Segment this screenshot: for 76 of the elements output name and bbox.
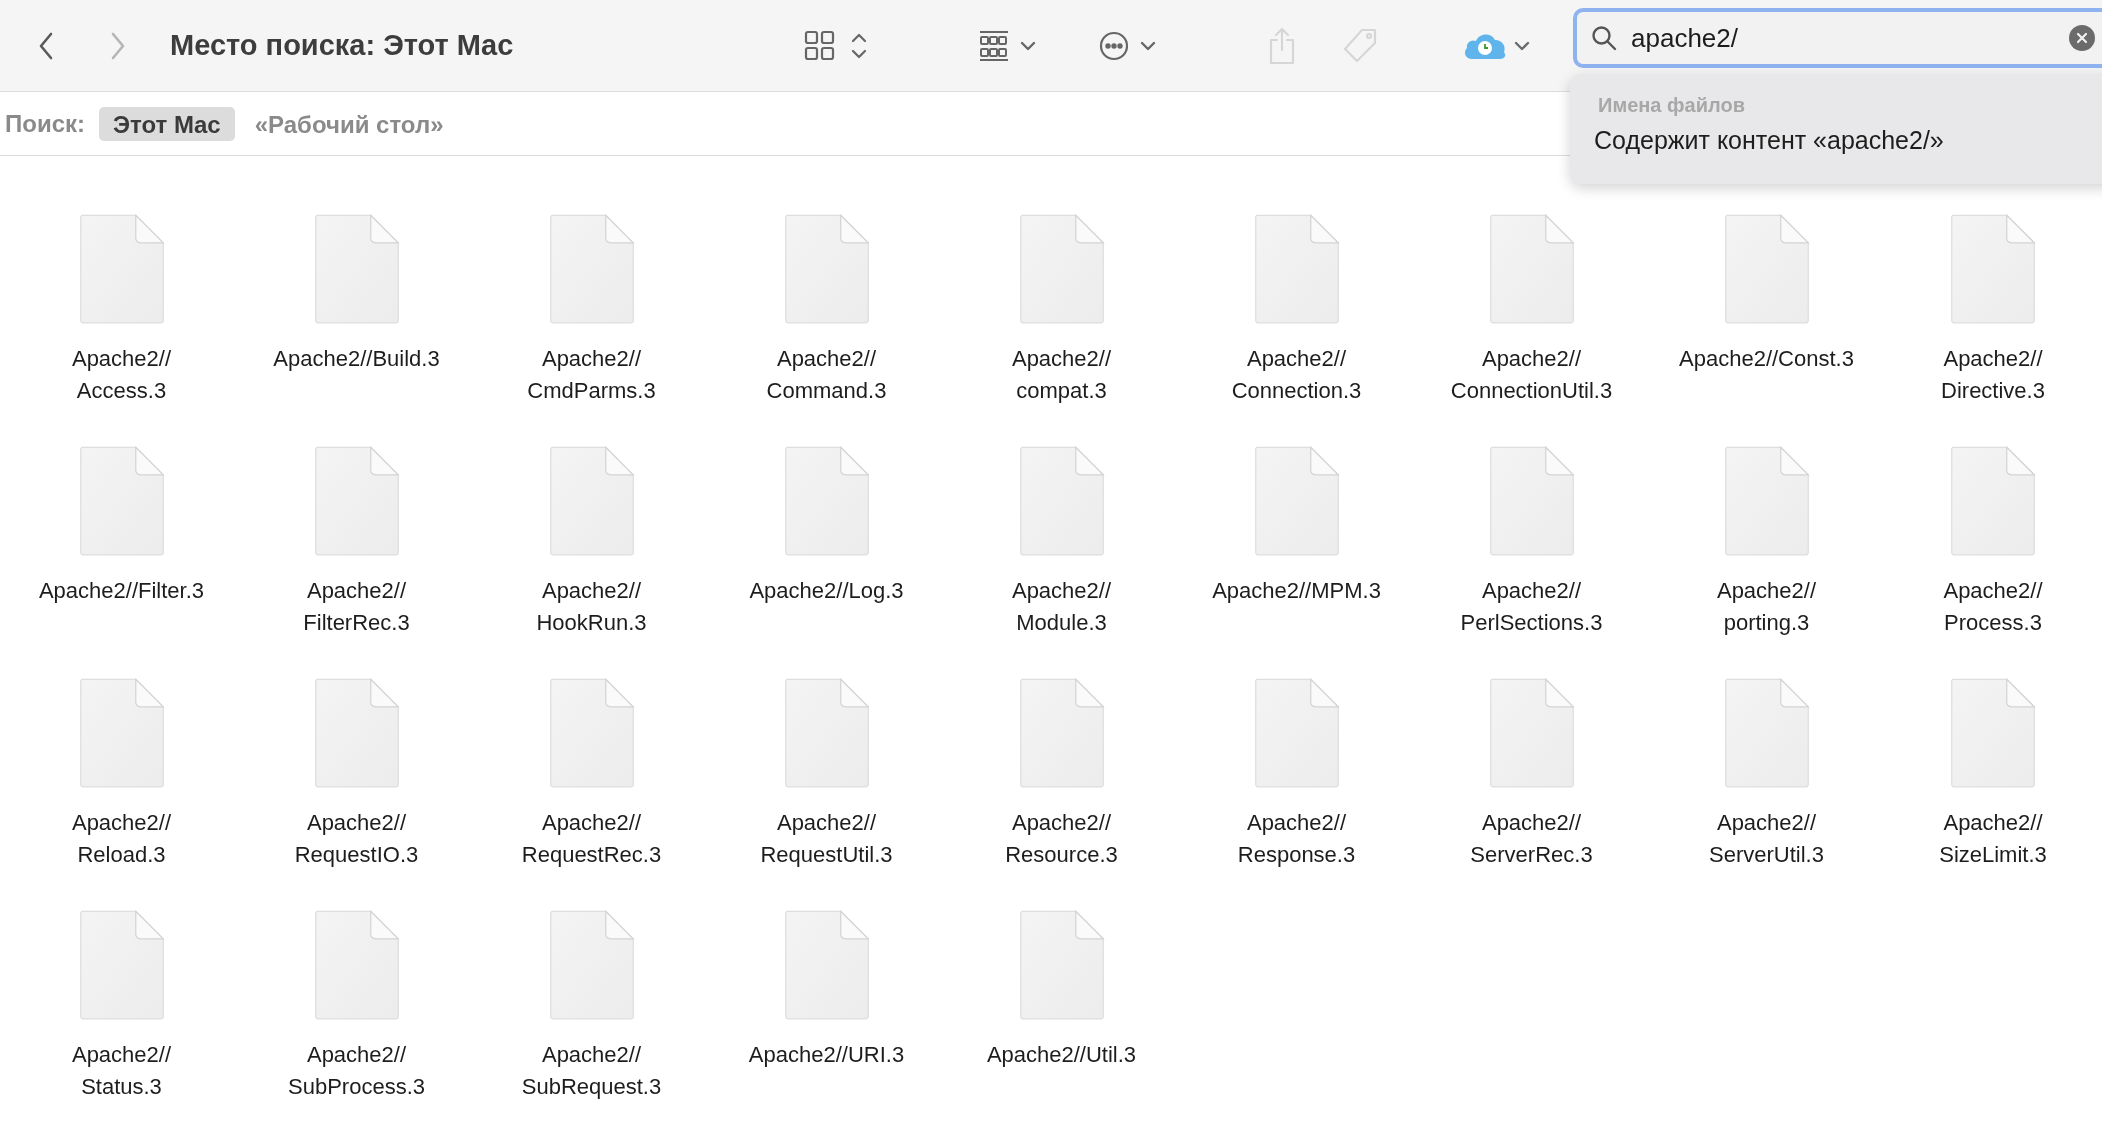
menu-section-header: Имена файлов — [1598, 93, 1746, 118]
file-name[interactable]: Apache2//Const.3 — [1679, 343, 1854, 375]
document-icon — [547, 676, 636, 790]
document-icon — [77, 676, 166, 790]
document-icon — [1722, 444, 1811, 558]
file-name[interactable]: Apache2// Module.3 — [1011, 575, 1112, 639]
file-name[interactable]: Apache2// SizeLimit.3 — [1939, 807, 2047, 871]
file-name[interactable]: Apache2// Connection.3 — [1231, 343, 1362, 407]
file-name[interactable]: Apache2// HookRun.3 — [536, 575, 647, 639]
file-name[interactable]: Apache2// ServerRec.3 — [1470, 807, 1593, 871]
file-name[interactable]: Apache2// Resource.3 — [1005, 807, 1118, 871]
document-icon — [782, 908, 871, 1022]
document-icon — [1949, 444, 2037, 558]
chevron-right-icon — [110, 31, 126, 60]
scope-label: Поиск: — [5, 108, 85, 139]
document-icon — [312, 908, 401, 1022]
file-name[interactable]: Apache2// Response.3 — [1237, 807, 1356, 871]
document-icon — [77, 908, 166, 1022]
file-name[interactable]: Apache2// RequestRec.3 — [521, 807, 662, 871]
clear-button[interactable] — [2069, 25, 2095, 51]
search-input[interactable]: apache2/ — [1631, 18, 1931, 58]
file-name[interactable]: Apache2// Access.3 — [71, 343, 172, 407]
document-icon — [312, 444, 401, 558]
document-icon — [77, 444, 166, 558]
document-icon — [1252, 676, 1341, 790]
document-icon — [547, 212, 636, 326]
file-name[interactable]: Apache2//Util.3 — [986, 1039, 1137, 1071]
document-icon — [547, 908, 636, 1022]
document-icon — [1487, 676, 1576, 790]
file-name[interactable]: Apache2// SubRequest.3 — [521, 1039, 662, 1103]
file-name[interactable]: Apache2// ConnectionUtil.3 — [1450, 343, 1613, 407]
window-title: Место поиска: Этот Mac — [170, 27, 514, 63]
document-icon — [1722, 212, 1811, 326]
document-icon — [312, 212, 401, 326]
file-name[interactable]: Apache2// CmdParms.3 — [527, 343, 656, 407]
file-name[interactable]: Apache2//Build.3 — [273, 343, 440, 375]
document-icon — [1252, 212, 1341, 326]
menu-item[interactable]: Содержит контент «apache2/» — [1594, 122, 2102, 158]
file-name[interactable]: Apache2// Command.3 — [766, 343, 887, 407]
document-icon — [1252, 444, 1341, 558]
file-name[interactable]: Apache2// Status.3 — [71, 1039, 172, 1103]
file-name[interactable]: Apache2// Directive.3 — [1941, 343, 2045, 407]
document-icon — [1949, 212, 2037, 326]
file-name[interactable]: Apache2// RequestUtil.3 — [760, 807, 893, 871]
file-name[interactable]: Apache2// porting.3 — [1716, 575, 1817, 639]
file-name[interactable]: Apache2//Filter.3 — [38, 575, 205, 607]
document-icon — [1487, 212, 1576, 326]
file-name[interactable]: Apache2//Log.3 — [749, 575, 904, 607]
file-name[interactable]: Apache2// Reload.3 — [71, 807, 172, 871]
search-icon — [1591, 25, 1617, 51]
chevron-left-icon — [38, 31, 54, 60]
file-name[interactable]: Apache2// SubProcess.3 — [288, 1039, 425, 1103]
document-icon — [77, 212, 166, 326]
document-icon — [1017, 212, 1106, 326]
file-name[interactable]: Apache2//URI.3 — [748, 1039, 905, 1071]
file-name[interactable]: Apache2// FilterRec.3 — [303, 575, 410, 639]
document-icon — [1487, 444, 1576, 558]
file-name[interactable]: Apache2//MPM.3 — [1212, 575, 1381, 607]
document-icon — [1949, 676, 2037, 790]
document-icon — [782, 676, 871, 790]
file-name[interactable]: Apache2// Process.3 — [1943, 575, 2043, 639]
document-icon — [1722, 676, 1811, 790]
document-icon — [1017, 676, 1106, 790]
scope-button[interactable]: Этот Mac — [99, 106, 235, 141]
document-icon — [547, 444, 636, 558]
document-icon — [782, 212, 871, 326]
document-icon — [1017, 444, 1106, 558]
file-name[interactable]: Apache2// compat.3 — [1011, 343, 1112, 407]
file-name[interactable]: Apache2// ServerUtil.3 — [1709, 807, 1824, 871]
document-icon — [1017, 908, 1106, 1022]
file-name[interactable]: Apache2// RequestIO.3 — [294, 807, 419, 871]
document-icon — [782, 444, 871, 558]
file-name[interactable]: Apache2// PerlSections.3 — [1460, 575, 1603, 639]
search-field[interactable]: apache2/ — [1573, 8, 2102, 68]
close-icon — [2076, 32, 2088, 44]
document-icon — [312, 676, 401, 790]
